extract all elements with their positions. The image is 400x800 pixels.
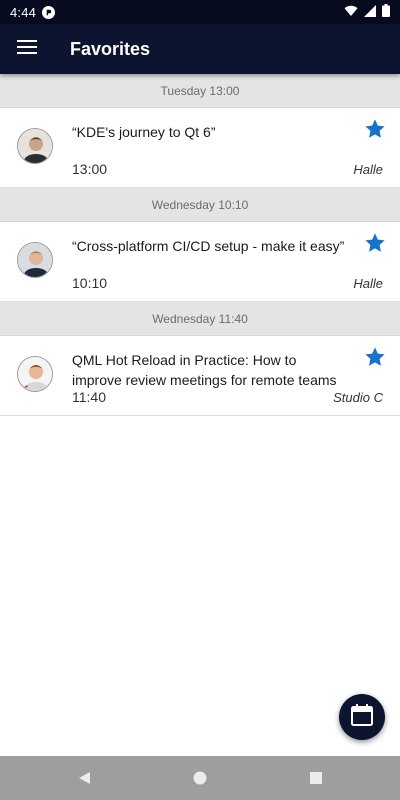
star-icon [365, 347, 385, 366]
status-bar: 4:44 [0, 0, 400, 24]
speaker-avatar [17, 242, 53, 278]
menu-icon [17, 39, 37, 59]
back-button[interactable] [26, 756, 142, 800]
home-button[interactable] [142, 756, 258, 800]
wifi-icon [344, 5, 358, 20]
talk-room: Halle [353, 162, 383, 177]
speaker-avatar [17, 128, 53, 164]
talk-time: 10:10 [72, 275, 108, 291]
star-icon [365, 119, 385, 138]
talk-time: 11:40 [72, 389, 106, 405]
star-icon [365, 233, 385, 252]
back-icon [79, 772, 90, 784]
status-icons [344, 4, 390, 20]
system-nav-bar [0, 756, 400, 800]
speaker-avatar [17, 356, 53, 392]
calendar-button[interactable] [339, 694, 385, 740]
favorite-star-button[interactable] [364, 346, 386, 368]
talk-title: “KDE's journey to Qt 6” [72, 124, 216, 140]
section-header: Wednesday 11:40 [0, 302, 400, 336]
section-header: Tuesday 13:00 [0, 74, 400, 108]
talk-room: Studio C [333, 390, 383, 405]
app-bar: Favorites [0, 24, 400, 74]
calendar-icon [349, 702, 375, 733]
signal-icon [364, 4, 376, 20]
favorites-list: Tuesday 13:00 “KDE's journey to Qt 6” 13… [0, 74, 400, 416]
favorite-star-button[interactable] [364, 118, 386, 140]
menu-button[interactable] [0, 24, 54, 74]
status-time: 4:44 [10, 4, 37, 20]
page-title: Favorites [70, 38, 151, 59]
talk-room: Halle [353, 276, 383, 291]
recents-button[interactable] [258, 756, 374, 800]
list-item[interactable]: QML Hot Reload in Practice: How to impro… [0, 336, 400, 416]
notification-icon [42, 5, 56, 19]
home-icon [193, 771, 207, 785]
talk-title: QML Hot Reload in Practice: How to impro… [72, 352, 337, 388]
list-item[interactable]: “KDE's journey to Qt 6” 13:00 Halle [0, 108, 400, 188]
talk-title: “Cross-platform CI/CD setup - make it ea… [72, 238, 345, 254]
recents-icon [310, 772, 322, 784]
favorite-star-button[interactable] [364, 232, 386, 254]
section-header: Wednesday 10:10 [0, 188, 400, 222]
list-item[interactable]: “Cross-platform CI/CD setup - make it ea… [0, 222, 400, 302]
battery-icon [382, 4, 390, 20]
talk-time: 13:00 [72, 161, 108, 177]
